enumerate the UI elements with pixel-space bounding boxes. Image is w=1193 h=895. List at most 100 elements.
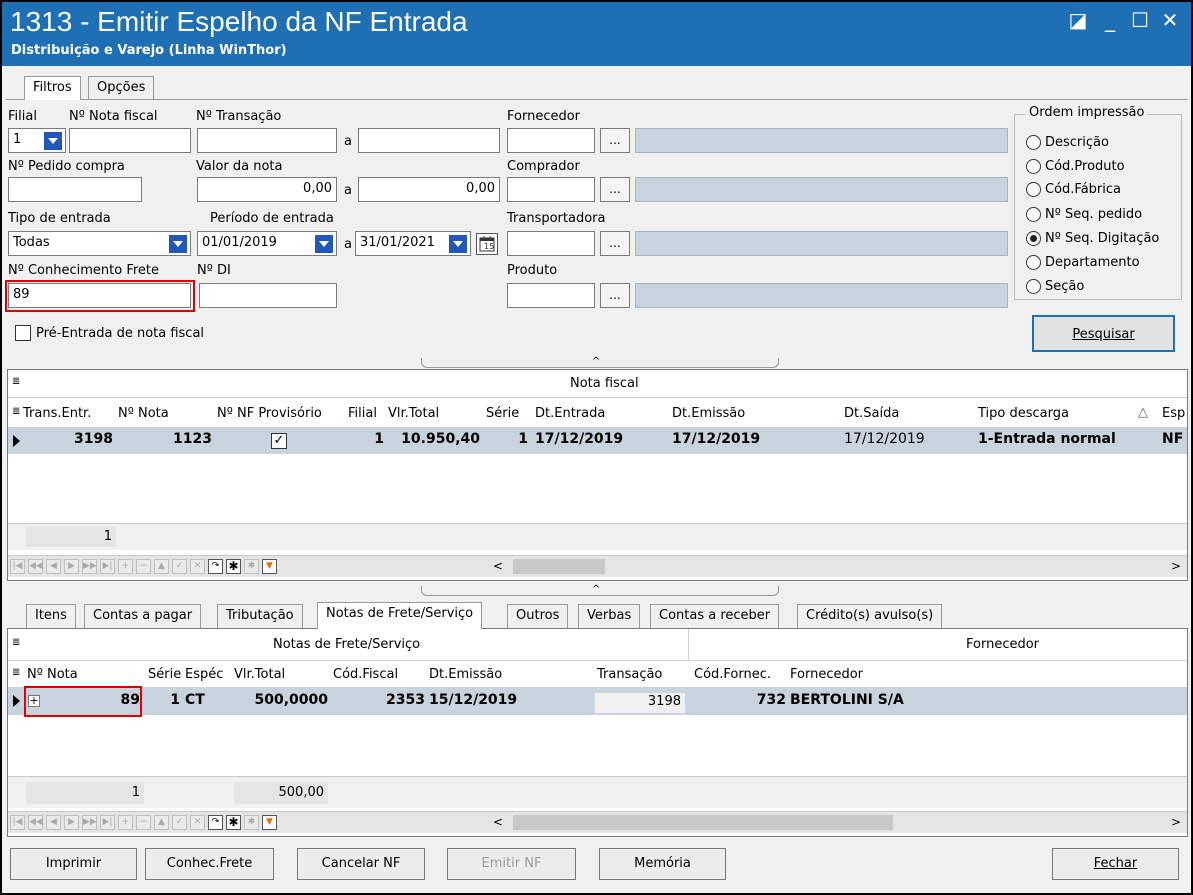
col-header[interactable]: Cód.Fornec. bbox=[694, 667, 771, 682]
col-header[interactable]: Dt.Emissão bbox=[672, 406, 745, 421]
col-header[interactable]: Cód.Fiscal bbox=[333, 667, 398, 682]
fornecedor-code-input[interactable] bbox=[507, 128, 595, 153]
table-row[interactable]: 3198 1123 ✓ 1 10.950,40 1 17/12/2019 17/… bbox=[8, 428, 1187, 454]
next-icon[interactable]: ▶ bbox=[64, 815, 79, 830]
tab-outros[interactable]: Outros bbox=[507, 604, 569, 628]
valor-to-input[interactable]: 0,00 bbox=[358, 177, 500, 202]
memoria-button[interactable]: Memória bbox=[599, 848, 726, 880]
pedido-input[interactable] bbox=[8, 177, 142, 202]
scroll-left-icon[interactable]: < bbox=[493, 815, 503, 829]
ordem-radio-secao[interactable] bbox=[1026, 279, 1041, 294]
minus-icon[interactable]: − bbox=[136, 559, 151, 574]
chevron-down-icon[interactable] bbox=[169, 235, 187, 253]
col-header[interactable]: Vlr.Total bbox=[234, 667, 285, 682]
transacao-from-input[interactable] bbox=[197, 128, 337, 153]
comprador-lookup-button[interactable]: ... bbox=[600, 177, 630, 202]
tipo-entrada-select[interactable]: Todas bbox=[8, 231, 191, 256]
tab-contas-receber[interactable]: Contas a receber bbox=[650, 604, 780, 628]
scroll-left-icon[interactable]: < bbox=[493, 559, 503, 573]
scroll-right-icon[interactable]: > bbox=[1171, 815, 1181, 829]
tab-notas-frete[interactable]: Notas de Frete/Serviço bbox=[317, 602, 483, 629]
h-scrollbar-thumb[interactable] bbox=[513, 559, 605, 574]
prev-icon[interactable]: ◀ bbox=[46, 815, 61, 830]
h-scrollbar-thumb[interactable] bbox=[513, 815, 893, 830]
tab-itens[interactable]: Itens bbox=[26, 604, 76, 628]
prev-icon[interactable]: ◀ bbox=[46, 559, 61, 574]
col-header[interactable]: Vlr.Total bbox=[388, 406, 439, 421]
comprador-code-input[interactable] bbox=[507, 177, 595, 202]
asterisk-icon[interactable]: ✱ bbox=[226, 815, 241, 830]
col-header[interactable]: Trans.Entr. bbox=[23, 406, 91, 421]
chevron-down-icon[interactable] bbox=[449, 235, 467, 253]
asterisk-icon[interactable]: ✱ bbox=[226, 559, 241, 574]
tab-filtros[interactable]: Filtros bbox=[24, 76, 81, 100]
conhec-frete-button[interactable]: Conhec.Frete bbox=[145, 848, 274, 880]
up-icon[interactable]: ▲ bbox=[154, 815, 169, 830]
pesquisar-button[interactable]: Pesquisar bbox=[1032, 315, 1175, 352]
column-chooser-icon[interactable]: ≣ bbox=[12, 637, 20, 648]
ordem-radio-seq-pedido[interactable] bbox=[1026, 207, 1041, 222]
periodo-to-input[interactable]: 31/01/2021 bbox=[355, 231, 471, 256]
ordem-radio-cod-produto[interactable] bbox=[1026, 159, 1041, 174]
col-header[interactable]: Dt.Entrada bbox=[535, 406, 605, 421]
cancel-icon[interactable]: ✕ bbox=[190, 815, 205, 830]
column-chooser-icon[interactable]: ≣ bbox=[12, 406, 20, 417]
chevron-down-icon[interactable] bbox=[44, 132, 62, 150]
emitir-nf-button[interactable]: Emitir NF bbox=[447, 848, 576, 880]
transacao-to-input[interactable] bbox=[358, 128, 500, 153]
periodo-from-input[interactable]: 01/01/2019 bbox=[197, 231, 337, 256]
nota-fiscal-input[interactable] bbox=[69, 128, 191, 153]
ordem-radio-cod-fabrica[interactable] bbox=[1026, 182, 1041, 197]
first-icon[interactable]: |◀ bbox=[10, 559, 25, 574]
table-row[interactable]: + 89 1 CT 500,0000 2353 15/12/2019 3198 … bbox=[8, 688, 1187, 715]
pre-entrada-checkbox[interactable] bbox=[15, 325, 31, 341]
col-header[interactable]: Transação bbox=[597, 667, 662, 682]
tab-creditos[interactable]: Crédito(s) avulso(s) bbox=[797, 604, 943, 628]
ordem-radio-seq-digitacao[interactable] bbox=[1026, 231, 1041, 246]
di-input[interactable] bbox=[199, 283, 337, 308]
col-header[interactable]: Dt.Saída bbox=[844, 406, 899, 421]
column-chooser-icon[interactable]: ≣ bbox=[12, 376, 20, 387]
imprimir-button[interactable]: Imprimir bbox=[10, 848, 137, 880]
filter-icon[interactable]: ▼ bbox=[262, 559, 277, 574]
calendar-icon[interactable]: 15 bbox=[476, 233, 498, 255]
next-icon[interactable]: ▶ bbox=[64, 559, 79, 574]
col-header[interactable]: Filial bbox=[348, 406, 377, 421]
prev-page-icon[interactable]: ◀◀ bbox=[28, 559, 43, 574]
maximize-button[interactable]: ☐ bbox=[1128, 8, 1152, 32]
tab-opcoes[interactable]: Opções bbox=[88, 76, 155, 100]
plus-icon[interactable]: + bbox=[118, 559, 133, 574]
produto-code-input[interactable] bbox=[507, 283, 595, 308]
up-icon[interactable]: ▲ bbox=[154, 559, 169, 574]
chevron-down-icon[interactable] bbox=[315, 235, 333, 253]
close-button[interactable]: ✕ bbox=[1158, 8, 1182, 32]
check-icon[interactable]: ✓ bbox=[172, 559, 187, 574]
scroll-right-icon[interactable]: > bbox=[1171, 559, 1181, 573]
ordem-radio-departamento[interactable] bbox=[1026, 255, 1041, 270]
nf-provisorio-checkbox[interactable]: ✓ bbox=[271, 433, 287, 449]
tab-verbas[interactable]: Verbas bbox=[578, 604, 641, 628]
chevron-up-icon[interactable]: ^ bbox=[592, 584, 600, 595]
transportadora-code-input[interactable] bbox=[507, 231, 595, 256]
check-icon[interactable]: ✓ bbox=[172, 815, 187, 830]
fornecedor-lookup-button[interactable]: ... bbox=[600, 128, 630, 153]
col-header[interactable]: Dt.Emissão bbox=[429, 667, 502, 682]
filter-icon[interactable]: ▼ bbox=[262, 815, 277, 830]
restore-icon[interactable]: ◪ bbox=[1066, 8, 1090, 32]
valor-from-input[interactable]: 0,00 bbox=[197, 177, 337, 202]
cancelar-nf-button[interactable]: Cancelar NF bbox=[297, 848, 425, 880]
refresh-icon[interactable]: ↷ bbox=[208, 559, 223, 574]
col-header[interactable]: Tipo descarga bbox=[978, 406, 1069, 421]
col-header[interactable]: Esp bbox=[1162, 406, 1185, 421]
minus-icon[interactable]: − bbox=[136, 815, 151, 830]
ordem-radio-descricao[interactable] bbox=[1026, 135, 1041, 150]
refresh-icon[interactable]: ↷ bbox=[208, 815, 223, 830]
first-icon[interactable]: |◀ bbox=[10, 815, 25, 830]
prev-page-icon[interactable]: ◀◀ bbox=[28, 815, 43, 830]
col-header[interactable]: Nº Nota bbox=[27, 667, 78, 682]
minimize-button[interactable]: _ bbox=[1098, 8, 1122, 32]
next-page-icon[interactable]: ▶▶ bbox=[82, 559, 97, 574]
transportadora-lookup-button[interactable]: ... bbox=[600, 231, 630, 256]
asterisk-disabled-icon[interactable]: ✱ bbox=[244, 559, 259, 574]
last-icon[interactable]: ▶| bbox=[100, 815, 115, 830]
